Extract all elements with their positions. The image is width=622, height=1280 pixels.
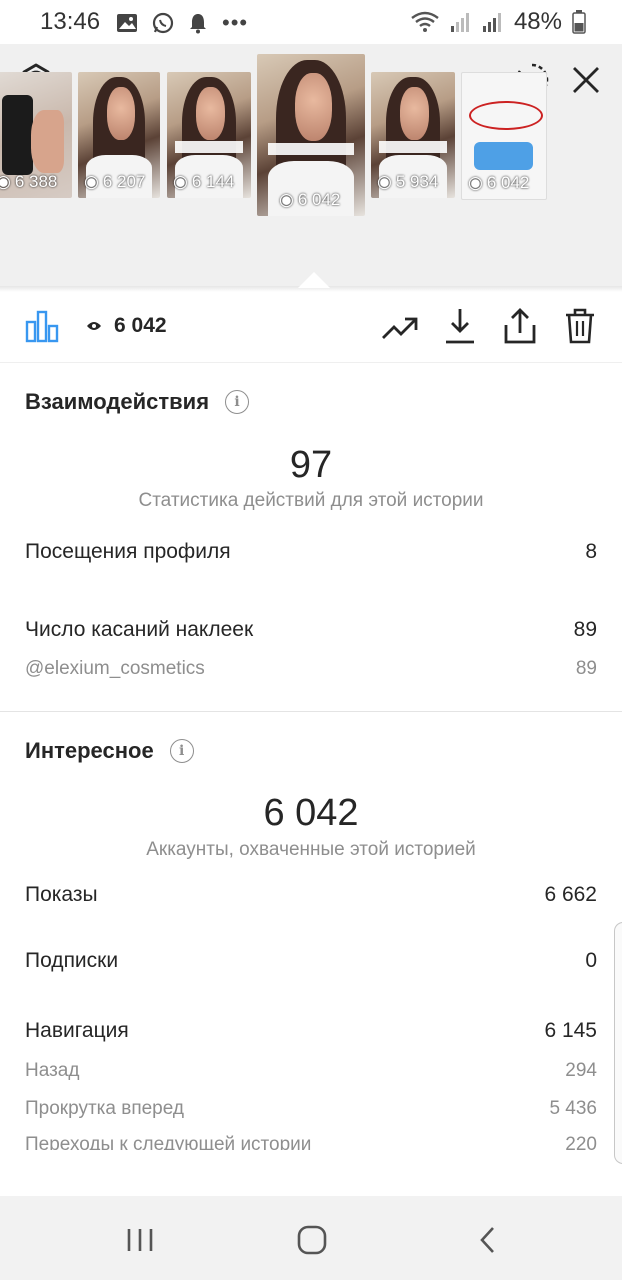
story-thumbnail[interactable]: ◉ 6 042 — [461, 72, 547, 200]
story-views-value: 5 934 — [395, 172, 439, 191]
status-time: 13:46 — [40, 8, 101, 35]
close-icon[interactable] — [566, 60, 606, 100]
selected-story-pointer — [298, 272, 330, 288]
reach-caption: Аккаунты, охваченные этой историей — [146, 839, 476, 860]
impressions-label: Показы — [25, 883, 98, 906]
toolbar-views: 6 042 — [86, 314, 167, 338]
interactions-caption: Статистика действий для этой истории — [138, 490, 484, 511]
story-views-value: 6 042 — [486, 173, 530, 192]
battery-percent: 48% — [513, 8, 562, 35]
navigation-label: Навигация — [25, 1019, 129, 1042]
info-icon[interactable]: i — [169, 739, 194, 763]
eye-icon: ◉ — [279, 190, 294, 209]
discovery-title-row: Интересное i — [25, 738, 194, 764]
story-views-value: 6 388 — [14, 172, 58, 191]
story-views: ◉ 6 042 — [468, 173, 529, 193]
info-icon[interactable]: i — [225, 390, 250, 414]
signal-icon-1 — [450, 13, 469, 32]
bell-icon — [190, 14, 206, 34]
status-right: 48% — [410, 8, 586, 36]
edge-panel-handle[interactable] — [614, 922, 622, 1164]
sticker-handle: @elexium_cosmetics — [25, 658, 205, 679]
wifi-icon — [411, 11, 439, 32]
eye-icon: ◉ — [468, 173, 483, 192]
toolbar-views-value: 6 042 — [114, 314, 167, 337]
reach-total: 6 042 — [263, 792, 359, 834]
story-views: ◉ 5 934 — [377, 172, 438, 192]
follows-label: Подписки — [25, 949, 119, 972]
navigation-value: 6 145 — [544, 1019, 597, 1042]
sticker-handle-value: 89 — [575, 658, 597, 679]
forward-value: 5 436 — [549, 1098, 597, 1119]
discovery-title: Интересное — [25, 738, 154, 763]
story-views-value: 6 207 — [102, 172, 146, 191]
story-views: ◉ 6 042 — [279, 190, 340, 210]
more-notifications-icon: ••• — [222, 10, 249, 35]
interactions-title: Взаимодействия — [25, 389, 210, 414]
interactions-title-row: Взаимодействия i — [25, 389, 250, 415]
home-icon[interactable] — [290, 1220, 334, 1260]
gallery-icon — [117, 14, 137, 32]
eye-icon: ◉ — [377, 172, 392, 191]
profile-visits-label: Посещения профиля — [25, 540, 231, 563]
eye-icon — [87, 322, 101, 330]
whatsapp-icon — [152, 12, 174, 34]
story-views: ◉ 6 388 — [0, 172, 57, 192]
insights-bar-chart-icon[interactable] — [22, 306, 62, 346]
eye-icon: ◉ — [0, 172, 11, 191]
recent-apps-icon[interactable] — [118, 1222, 162, 1258]
next-story-row-clip: Переходы к следующей истории 220 — [0, 1134, 622, 1150]
forward-label: Прокрутка вперед — [25, 1098, 184, 1119]
eye-icon: ◉ — [84, 172, 99, 191]
back-icon[interactable] — [466, 1220, 510, 1260]
impressions-value: 6 662 — [544, 883, 597, 906]
next-story-label: Переходы к следующей истории — [25, 1134, 312, 1150]
sticker-taps-value: 89 — [573, 618, 597, 641]
story-thumbnail[interactable]: ◉ 5 934 — [371, 72, 455, 198]
follows-value: 0 — [585, 949, 597, 972]
next-story-value: 220 — [565, 1134, 597, 1150]
signal-icon-2 — [482, 13, 501, 32]
story-thumbnail-selected[interactable]: ◉ 6 042 — [257, 54, 365, 216]
battery-icon — [572, 10, 586, 34]
back-value: 294 — [565, 1060, 597, 1081]
story-views-value: 6 144 — [191, 172, 235, 191]
status-notification-icons: ••• — [116, 10, 248, 36]
eye-icon: ◉ — [173, 172, 188, 191]
sticker-taps-label: Число касаний наклеек — [25, 618, 254, 641]
share-icon[interactable] — [500, 306, 540, 346]
download-icon[interactable] — [440, 306, 480, 346]
story-thumbnail[interactable]: ◉ 6 388 — [0, 72, 72, 198]
story-views: ◉ 6 207 — [84, 172, 145, 192]
section-divider — [0, 711, 622, 712]
story-views-value: 6 042 — [297, 190, 341, 209]
story-thumbnail[interactable]: ◉ 6 207 — [78, 72, 160, 198]
profile-visits-value: 8 — [585, 540, 597, 563]
story-views: ◉ 6 144 — [173, 172, 234, 192]
back-label: Назад — [25, 1060, 80, 1081]
trending-icon[interactable] — [380, 308, 420, 348]
trash-icon[interactable] — [560, 306, 600, 346]
interactions-total: 97 — [289, 444, 333, 486]
story-thumbnail[interactable]: ◉ 6 144 — [167, 72, 251, 198]
